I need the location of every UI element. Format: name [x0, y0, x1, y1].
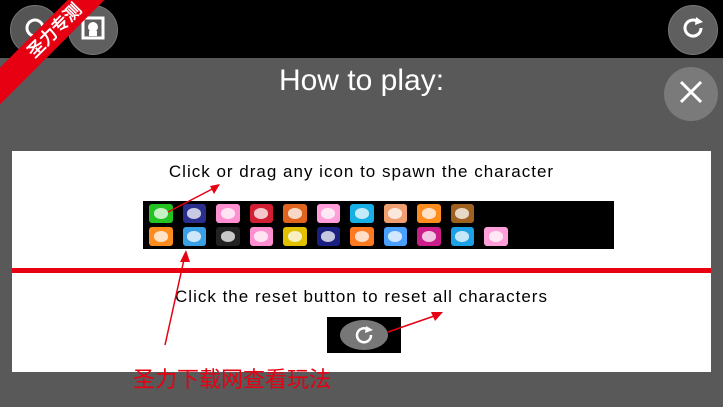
game-screen: 圣力专测 How to play: Click or drag any icon… [0, 0, 723, 407]
arrow-line [164, 254, 186, 346]
arrow-head-icon [180, 250, 190, 262]
arrow-line [387, 313, 441, 333]
arrow-line [167, 185, 219, 213]
arrow-head-icon [210, 184, 220, 194]
watermark-text: 圣力下载网查看玩法 [133, 368, 332, 393]
annotation-arrows [164, 184, 443, 346]
